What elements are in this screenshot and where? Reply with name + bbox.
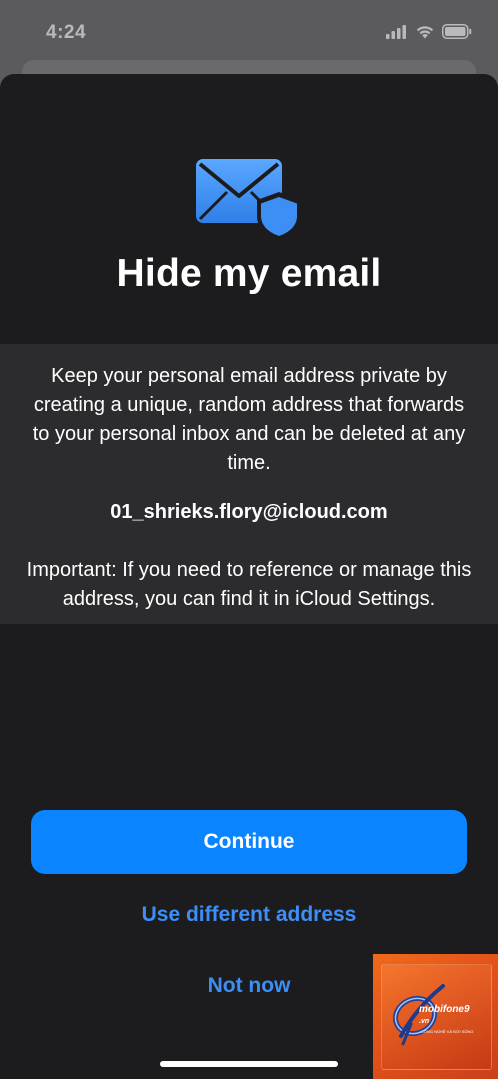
info-section: Keep your personal email address private… bbox=[0, 344, 498, 624]
cellular-signal-icon bbox=[386, 24, 406, 39]
screen: 4:24 Hide my email Keep your personal em… bbox=[0, 0, 498, 1079]
home-indicator[interactable] bbox=[160, 1061, 338, 1067]
status-bar: 4:24 bbox=[0, 0, 498, 64]
generated-email-address: 01_shrieks.flory@icloud.com bbox=[110, 501, 388, 523]
watermark-brand-text: mobifone9 bbox=[419, 1004, 470, 1015]
watermark-tld-text: .vn bbox=[419, 1018, 430, 1025]
page-title: Hide my email bbox=[116, 252, 382, 295]
watermark-brand: mobifone9 .vn bbox=[419, 1004, 470, 1026]
hide-my-email-sheet: Hide my email Keep your personal email a… bbox=[0, 74, 498, 1079]
description-text: Keep your personal email address private… bbox=[32, 365, 466, 474]
use-different-address-button[interactable]: Use different address bbox=[0, 900, 498, 930]
watermark-tagline: CÔNG NGHỆ VÀ ĐỜI SỐNG bbox=[421, 1029, 474, 1034]
battery-icon bbox=[442, 24, 472, 39]
watermark-logo: mobifone9 .vn CÔNG NGHỆ VÀ ĐỜI SỐNG bbox=[373, 954, 498, 1079]
status-icons bbox=[386, 24, 472, 39]
wifi-icon bbox=[416, 26, 434, 39]
important-note: Important: If you need to reference or m… bbox=[26, 559, 472, 610]
continue-button[interactable]: Continue bbox=[31, 810, 467, 874]
envelope-shield-icon bbox=[196, 159, 301, 240]
status-time: 4:24 bbox=[46, 22, 87, 43]
